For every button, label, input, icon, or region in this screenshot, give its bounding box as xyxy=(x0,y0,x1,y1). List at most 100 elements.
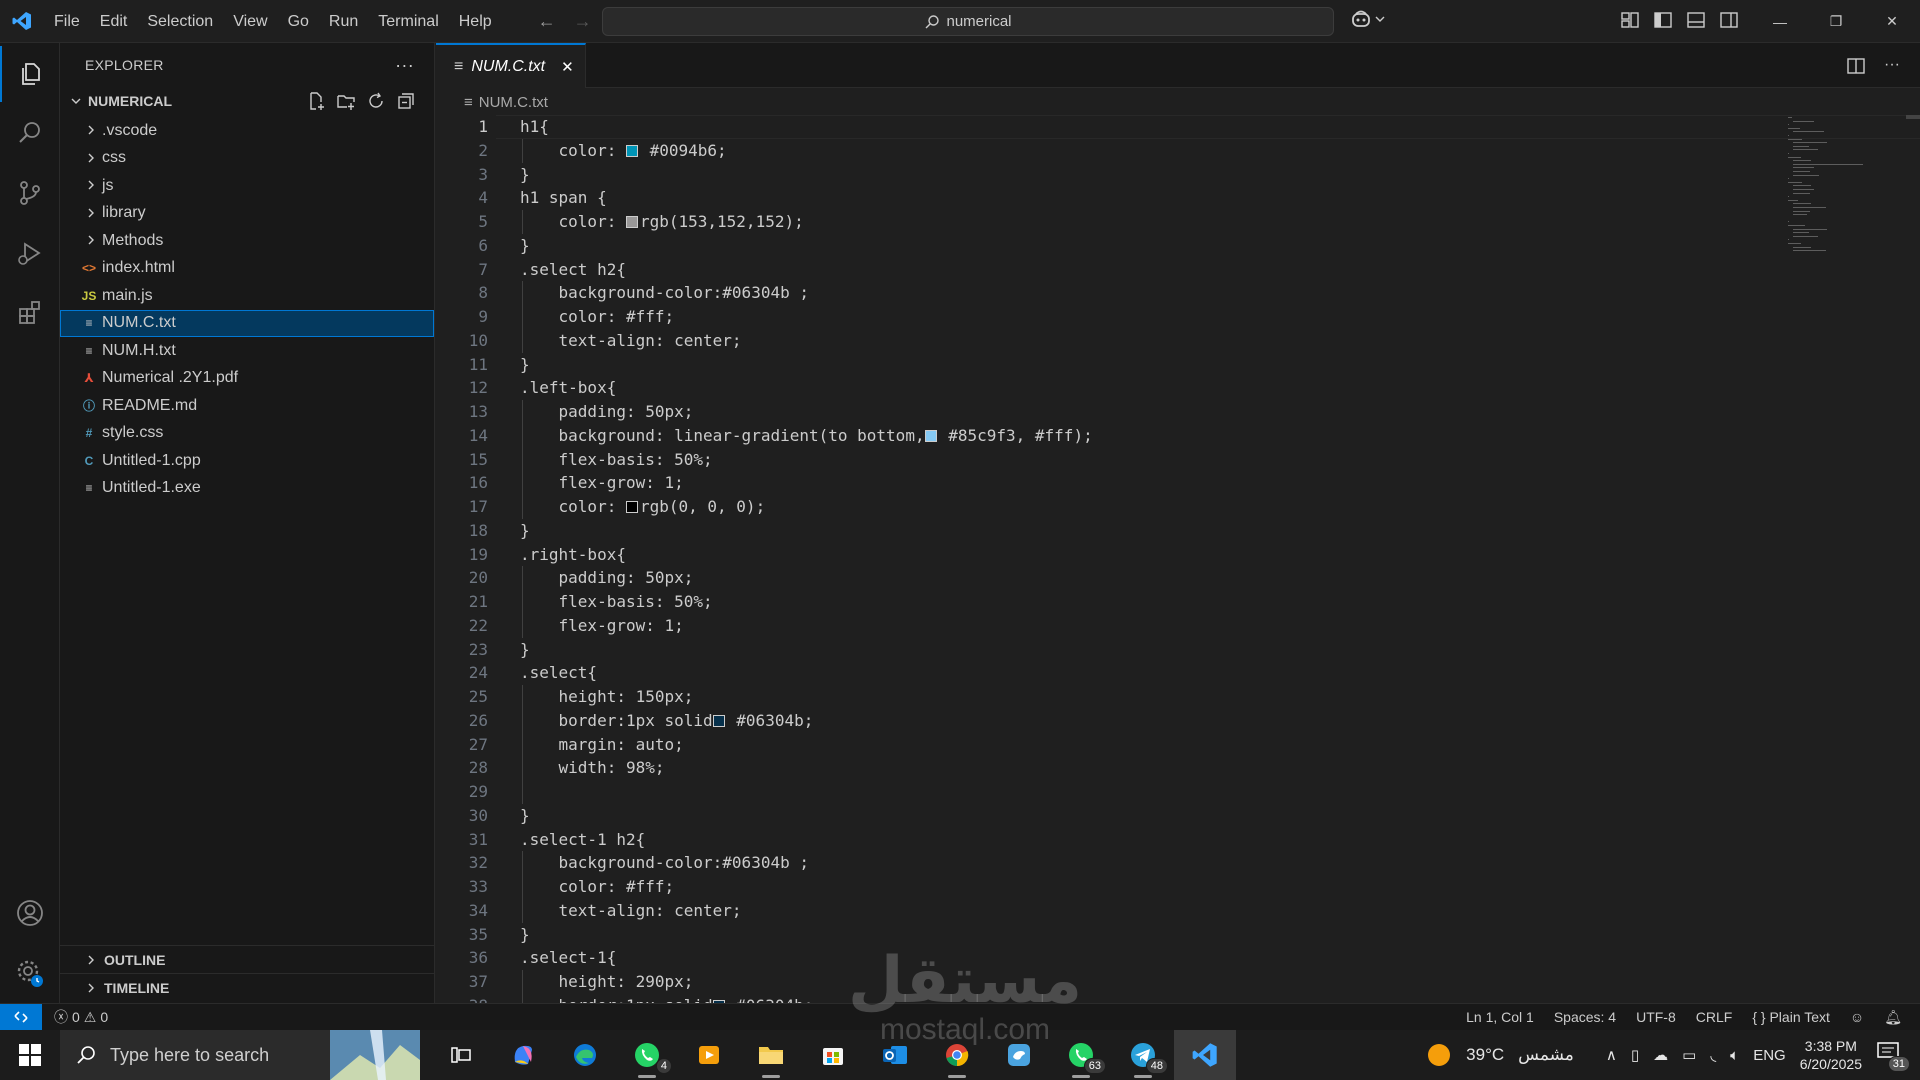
source-control-icon[interactable] xyxy=(0,165,60,221)
language-mode[interactable]: { } Plain Text xyxy=(1752,1009,1830,1025)
file-explorer-icon[interactable] xyxy=(740,1030,802,1080)
refresh-icon[interactable] xyxy=(366,91,386,111)
toggle-primary-sidebar-icon[interactable] xyxy=(1653,10,1673,30)
tree-folder-item[interactable]: Methods xyxy=(60,227,434,255)
color-swatch[interactable] xyxy=(924,429,937,442)
split-editor-icon[interactable] xyxy=(1846,56,1866,76)
encoding[interactable]: UTF-8 xyxy=(1636,1009,1676,1025)
volume-icon[interactable]: 🔈︎ xyxy=(1730,1047,1739,1064)
forward-arrow-icon[interactable]: → xyxy=(574,11,592,32)
tree-file-item[interactable]: ≡ NUM.H.txt xyxy=(60,337,434,365)
code-text: } xyxy=(520,519,530,543)
color-swatch[interactable] xyxy=(712,714,725,727)
menu-edit[interactable]: Edit xyxy=(90,0,138,43)
menu-go[interactable]: Go xyxy=(278,0,319,43)
tree-file-item[interactable]: ⅄ Numerical .2Y1.pdf xyxy=(60,365,434,393)
tree-folder-item[interactable]: js xyxy=(60,172,434,200)
indentation[interactable]: Spaces: 4 xyxy=(1554,1009,1616,1025)
tree-file-item[interactable]: ⓘ README.md xyxy=(60,392,434,420)
tree-file-item[interactable]: <> index.html xyxy=(60,255,434,283)
cursor-position[interactable]: Ln 1, Col 1 xyxy=(1466,1009,1534,1025)
run-debug-icon[interactable] xyxy=(0,225,60,281)
tree-file-item[interactable]: JS main.js xyxy=(60,282,434,310)
tree-folder-item[interactable]: .vscode xyxy=(60,117,434,145)
tree-file-item[interactable]: # style.css xyxy=(60,420,434,448)
breadcrumb-file[interactable]: NUM.C.txt xyxy=(479,94,548,111)
battery-icon[interactable]: ▭ xyxy=(1682,1046,1696,1064)
new-folder-icon[interactable] xyxy=(336,91,356,111)
copilot-status-icon[interactable]: ☺ xyxy=(1850,1009,1864,1025)
clock[interactable]: 3:38 PM 6/20/2025 xyxy=(1800,1037,1862,1073)
line-number: 37 xyxy=(468,972,488,991)
accounts-icon[interactable] xyxy=(0,885,60,941)
toggle-secondary-sidebar-icon[interactable] xyxy=(1719,10,1739,30)
color-swatch[interactable] xyxy=(625,144,638,157)
menu-terminal[interactable]: Terminal xyxy=(368,0,448,43)
menu-selection[interactable]: Selection xyxy=(137,0,223,43)
task-view-icon[interactable] xyxy=(430,1030,492,1080)
windows-start-icon[interactable] xyxy=(0,1030,60,1080)
more-editor-actions-icon[interactable]: ··· xyxy=(1884,56,1900,76)
onedrive-cloud-icon[interactable]: ☁ xyxy=(1653,1046,1668,1064)
wifi-icon[interactable]: ◟ xyxy=(1710,1046,1716,1064)
window-controls: — ❐ ✕ xyxy=(1752,0,1920,43)
toggle-panel-icon[interactable] xyxy=(1686,10,1706,30)
input-language[interactable]: ENG xyxy=(1753,1047,1786,1064)
remote-indicator-icon[interactable] xyxy=(0,1003,42,1031)
text-file-icon: ≡ xyxy=(85,343,93,358)
indent-guide xyxy=(522,138,523,163)
menu-run[interactable]: Run xyxy=(319,0,368,43)
customize-layout-icon[interactable] xyxy=(1620,10,1640,30)
tree-folder-item[interactable]: library xyxy=(60,200,434,228)
vscode-taskbar-icon[interactable] xyxy=(1174,1030,1236,1080)
edge-browser-icon[interactable] xyxy=(554,1030,616,1080)
notifications-bell-icon[interactable]: 🔔︎ xyxy=(1884,1009,1902,1026)
workspace-folder-header[interactable]: NUMERICAL xyxy=(60,87,434,115)
tree-folder-item[interactable]: css xyxy=(60,145,434,173)
restore-icon[interactable]: ❐ xyxy=(1808,0,1864,43)
tree-file-item[interactable]: ≡ Untitled-1.exe xyxy=(60,475,434,503)
warning-icon: ⚠ xyxy=(83,1008,97,1025)
collapse-all-icon[interactable] xyxy=(396,91,416,111)
more-actions-icon[interactable]: ··· xyxy=(395,55,414,76)
weather-desc[interactable]: مشمس xyxy=(1518,1045,1574,1065)
notification-center-icon[interactable]: 31 xyxy=(1876,1040,1910,1072)
manage-gear-icon[interactable] xyxy=(0,945,60,1001)
media-player-icon[interactable] xyxy=(678,1030,740,1080)
back-arrow-icon[interactable]: ← xyxy=(538,11,556,32)
explorer-icon[interactable] xyxy=(0,46,60,102)
extensions-icon[interactable] xyxy=(0,285,60,341)
outline-section-header[interactable]: OUTLINE xyxy=(60,945,435,973)
line-number: 25 xyxy=(468,687,488,706)
command-center-search[interactable]: numerical xyxy=(602,7,1334,36)
whatsapp-icon[interactable]: 4 xyxy=(616,1030,678,1080)
new-file-icon[interactable] xyxy=(306,91,326,111)
menu-view[interactable]: View xyxy=(223,0,277,43)
color-swatch[interactable] xyxy=(625,501,638,513)
end-of-line[interactable]: CRLF xyxy=(1696,1009,1733,1025)
copilot-app-icon[interactable] xyxy=(492,1030,554,1080)
editor-scrollbar[interactable] xyxy=(1906,115,1920,119)
copilot-button[interactable] xyxy=(1350,9,1385,29)
close-window-icon[interactable]: ✕ xyxy=(1864,0,1920,43)
close-tab-icon[interactable]: ✕ xyxy=(561,58,574,76)
taskbar-search[interactable]: Type here to search xyxy=(60,1030,420,1080)
minimap[interactable] xyxy=(1788,115,1908,335)
minimize-icon[interactable]: — xyxy=(1752,0,1808,43)
timeline-section-header[interactable]: TIMELINE xyxy=(60,973,435,1001)
device-icon[interactable]: ▯ xyxy=(1631,1046,1639,1064)
menu-help[interactable]: Help xyxy=(449,0,502,43)
problems-indicator[interactable]: ⓧ 0 ⚠ 0 xyxy=(54,1007,108,1027)
tree-file-item[interactable]: ≡ NUM.C.txt xyxy=(60,309,434,337)
telegram-icon[interactable]: 48 xyxy=(1112,1030,1174,1080)
tab-num-c-txt[interactable]: ≡ NUM.C.txt ✕ xyxy=(436,43,586,88)
vscode-logo-icon[interactable] xyxy=(0,11,44,31)
show-hidden-icons-icon[interactable]: ∧ xyxy=(1606,1046,1617,1064)
color-swatch[interactable] xyxy=(625,216,638,228)
weather-temp[interactable]: 39°C xyxy=(1466,1045,1504,1065)
code-editor[interactable]: 1 h1{2 color: #0094b6; 3} 4 h1 span {5 color… xyxy=(436,115,1920,1003)
menu-file[interactable]: File xyxy=(44,0,90,43)
tree-file-item[interactable]: C Untitled-1.cpp xyxy=(60,447,434,475)
search-view-icon[interactable] xyxy=(0,105,60,161)
code-segment: rgb(153,152,152); xyxy=(639,212,804,231)
